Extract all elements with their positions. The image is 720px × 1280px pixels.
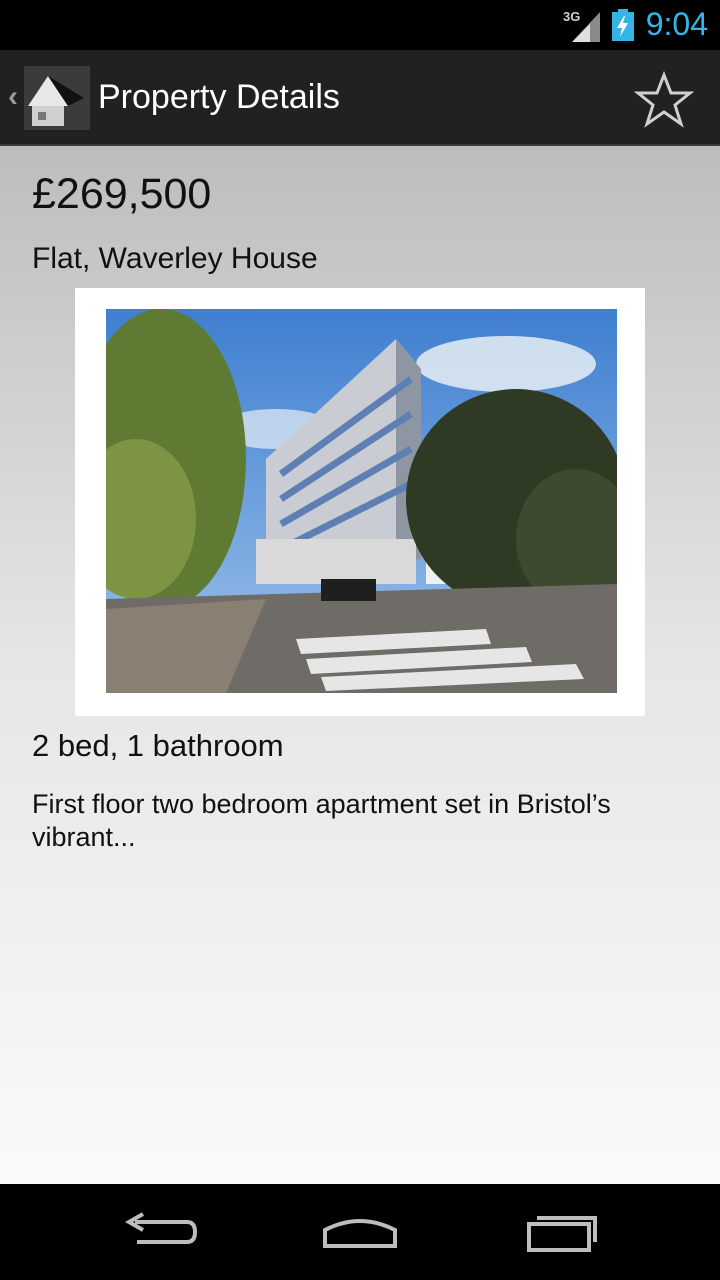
status-bar: 3G 9:04 [0, 0, 720, 50]
signal-icon [572, 12, 600, 42]
star-outline-icon[interactable] [634, 70, 694, 130]
home-icon[interactable] [315, 1208, 405, 1258]
property-photo [75, 288, 645, 716]
property-rooms: 2 bed, 1 bathroom [32, 728, 284, 763]
property-details: £269,500 Flat, Waverley House 2 bed, 1 b… [0, 146, 720, 1184]
action-bar: ‹ Property Details [0, 50, 720, 146]
battery-charging-icon [612, 9, 634, 41]
property-price: £269,500 [32, 170, 212, 218]
up-caret-icon[interactable]: ‹ [8, 80, 18, 114]
back-icon[interactable] [115, 1208, 205, 1258]
clock: 9:04 [645, 6, 708, 42]
property-summary: First floor two bedroom apartment set in… [32, 789, 611, 852]
house-app-icon[interactable] [24, 66, 90, 130]
property-photo-image [106, 309, 617, 693]
navigation-bar [0, 1184, 720, 1280]
screen-title: Property Details [98, 78, 340, 116]
recent-apps-icon[interactable] [515, 1208, 605, 1258]
property-address: Flat, Waverley House [32, 242, 318, 275]
